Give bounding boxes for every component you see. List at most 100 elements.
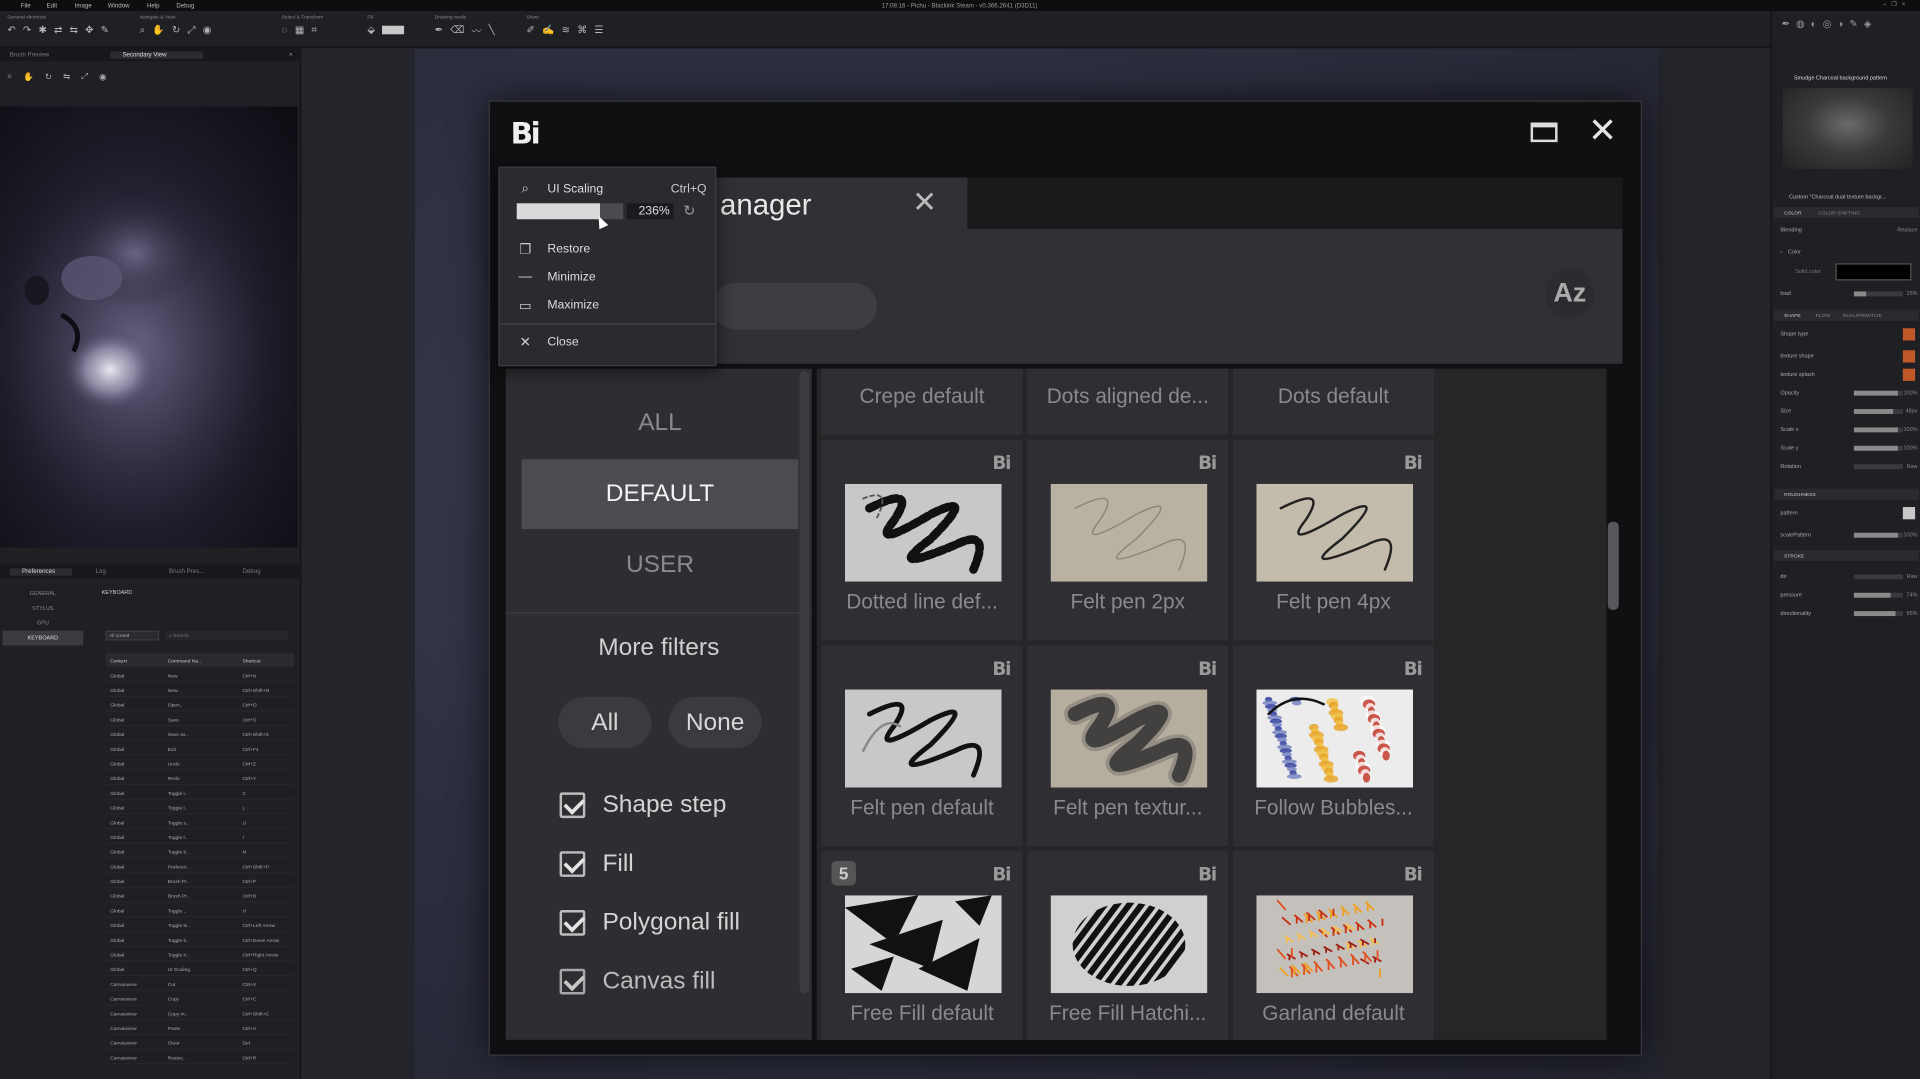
color-row[interactable]: › Color: [1780, 246, 1917, 258]
menu-item-ui-scaling[interactable]: ⌕ UI Scaling Ctrl+Q: [517, 180, 707, 200]
table-row[interactable]: Global Toggle le.. Ctrl+Left Arrow: [105, 917, 294, 933]
param-row[interactable]: directionality 85%: [1780, 607, 1918, 619]
list-icon[interactable]: ☰: [594, 24, 603, 35]
table-row[interactable]: Global Redo Ctrl+Y: [105, 770, 294, 786]
tab-color-shifting[interactable]: COLOR SHIFTING: [1818, 209, 1860, 215]
column-header-context[interactable]: Context: [110, 658, 127, 664]
brush-card[interactable]: Bi Felt pen 4px: [1233, 439, 1434, 641]
brush-icon[interactable]: ◍: [1796, 18, 1805, 29]
pen-icon[interactable]: ✒: [1782, 18, 1790, 29]
rotate-icon[interactable]: ↻: [45, 72, 52, 82]
brush-card[interactable]: Bi Felt pen 2px: [1027, 439, 1229, 641]
load-row[interactable]: load 25%: [1780, 288, 1918, 300]
param-row[interactable]: Opacity 100%: [1780, 387, 1918, 399]
menu-help[interactable]: Help: [147, 2, 160, 9]
table-row[interactable]: Global Toggle s.. U: [105, 814, 294, 830]
lasso-icon[interactable]: ◌: [282, 24, 288, 36]
param-slider[interactable]: [1853, 427, 1903, 433]
scale-pattern-row[interactable]: scalePattern 100%: [1780, 529, 1918, 541]
brush-card[interactable]: Bi Follow Bubbles...: [1233, 645, 1434, 847]
table-row[interactable]: Global Exit Ctrl+F4: [105, 741, 294, 756]
param-swatch[interactable]: [1902, 368, 1916, 381]
ui-scaling-slider[interactable]: [516, 203, 624, 220]
tab-brush-presets[interactable]: Brush Pres...: [169, 568, 204, 575]
table-row[interactable]: Global Brush Pr.. Ctrl+B: [105, 888, 294, 903]
tab-debug[interactable]: Debug: [242, 568, 260, 575]
pen-icon[interactable]: ✒: [435, 24, 443, 37]
param-row[interactable]: Size 48px: [1780, 405, 1918, 417]
table-row[interactable]: Global Save Ctrl+S: [105, 712, 294, 727]
category-user[interactable]: USER: [522, 530, 799, 600]
menu-item-minimize[interactable]: — Minimize: [517, 268, 707, 288]
brush-card[interactable]: Bi Free Fill Hatchi...: [1027, 851, 1229, 1040]
brush-grid-scrollbar[interactable]: [1607, 521, 1619, 610]
tab-dual-primitive[interactable]: DUAL/PRIMITIVE: [1843, 312, 1882, 318]
table-row[interactable]: Canvasview Copy Ctrl+C: [105, 991, 294, 1006]
table-row[interactable]: Global Save as.. Ctrl+Shift+S: [105, 726, 294, 741]
blending-value[interactable]: Replace: [1897, 227, 1917, 233]
column-header-command[interactable]: Command Na...: [168, 658, 202, 664]
select-none-button[interactable]: None: [668, 696, 762, 749]
table-row[interactable]: Global New Ctrl+N: [105, 667, 294, 683]
blending-row[interactable]: Blending Replace: [1780, 224, 1917, 236]
table-row[interactable]: Canvasview Copy m.. Ctrl+Shift+C: [105, 1006, 294, 1021]
column-header-shortcut[interactable]: Shortcut: [242, 658, 260, 664]
eraser-icon[interactable]: ⌫: [450, 24, 464, 37]
param-row[interactable]: texture splash: [1780, 368, 1917, 381]
pick-icon[interactable]: ✎: [101, 24, 109, 35]
param-row[interactable]: Scale y 100%: [1780, 442, 1918, 454]
menu-edit[interactable]: Edit: [47, 2, 58, 9]
tab-preferences[interactable]: Preferences: [9, 568, 73, 576]
table-row[interactable]: Canvasview Resize.. Ctrl+R: [105, 1050, 294, 1065]
close-icon[interactable]: ×: [289, 51, 293, 58]
category-default[interactable]: DEFAULT: [521, 459, 799, 530]
grid-icon[interactable]: ✱: [38, 24, 46, 35]
fill-swatch[interactable]: [382, 25, 405, 35]
fit-icon[interactable]: ⤢: [81, 72, 88, 82]
param-row[interactable]: texture shape: [1780, 350, 1917, 363]
tab-shape[interactable]: SHAPE: [1784, 312, 1801, 318]
menu-file[interactable]: File: [21, 2, 31, 9]
pattern-swatch[interactable]: [1902, 507, 1916, 520]
param-slider[interactable]: [1853, 592, 1903, 598]
menu-item-restore[interactable]: ❐ Restore: [517, 240, 707, 260]
param-row[interactable]: pressure 74%: [1780, 589, 1918, 601]
reset-icon[interactable]: ↻: [683, 202, 695, 219]
param-slider[interactable]: [1853, 574, 1903, 580]
mirror-icon[interactable]: ⇆: [70, 24, 78, 35]
brush-card[interactable]: Bi Felt pen textur...: [1027, 645, 1229, 847]
brush-thumbnail[interactable]: [1782, 88, 1913, 170]
close-icon[interactable]: ✕: [912, 185, 937, 221]
line-icon[interactable]: ╲: [489, 24, 495, 37]
table-row[interactable]: Global Toggle l.. L: [105, 800, 294, 815]
tab-flow[interactable]: FLOW: [1816, 312, 1830, 318]
ui-scaling-value[interactable]: 236%: [626, 203, 674, 220]
brush-card[interactable]: Bi Dotted line def...: [821, 439, 1023, 641]
close-icon[interactable]: ✕: [1588, 112, 1617, 150]
hand-icon[interactable]: ✋: [23, 72, 34, 82]
tab-brush-preview[interactable]: Brush Preview: [10, 51, 49, 58]
table-row[interactable]: Global Toggle ri.. Ctrl+Right Arrow: [105, 947, 294, 962]
table-row[interactable]: Global Toggle l.. C: [105, 785, 294, 800]
tab-color[interactable]: COLOR: [1784, 209, 1801, 215]
table-row[interactable]: Global Brush Pr.. Ctrl+P: [105, 873, 294, 888]
filters-scrollbar[interactable]: [799, 371, 810, 994]
layers-icon[interactable]: ≋: [562, 24, 570, 35]
shape-type-swatch[interactable]: [1902, 328, 1916, 341]
restore-icon[interactable]: ❐: [1891, 1, 1901, 8]
param-slider[interactable]: [1853, 464, 1903, 470]
fill-icon[interactable]: ◈: [1864, 18, 1872, 29]
brush-icon[interactable]: ✐: [527, 24, 535, 35]
hand-icon[interactable]: ✋: [152, 24, 164, 36]
table-row[interactable]: Canvasview Paste Ctrl+V: [105, 1020, 294, 1035]
brush-card[interactable]: Bi Felt pen default: [821, 645, 1023, 847]
param-row[interactable]: Scale x 100%: [1780, 424, 1918, 436]
table-row[interactable]: Global Toggle .. H: [105, 903, 294, 918]
smudge-icon[interactable]: 〰: [471, 24, 481, 37]
section-keyboard[interactable]: KEYBOARD: [2, 630, 84, 646]
shape-type-row[interactable]: Shape type: [1780, 328, 1917, 341]
param-slider[interactable]: [1853, 390, 1903, 396]
brush-card[interactable]: Bi 5 Free Fill default: [821, 851, 1023, 1040]
secondary-view-canvas[interactable]: [0, 106, 298, 548]
section-gpu[interactable]: GPU: [2, 616, 83, 631]
